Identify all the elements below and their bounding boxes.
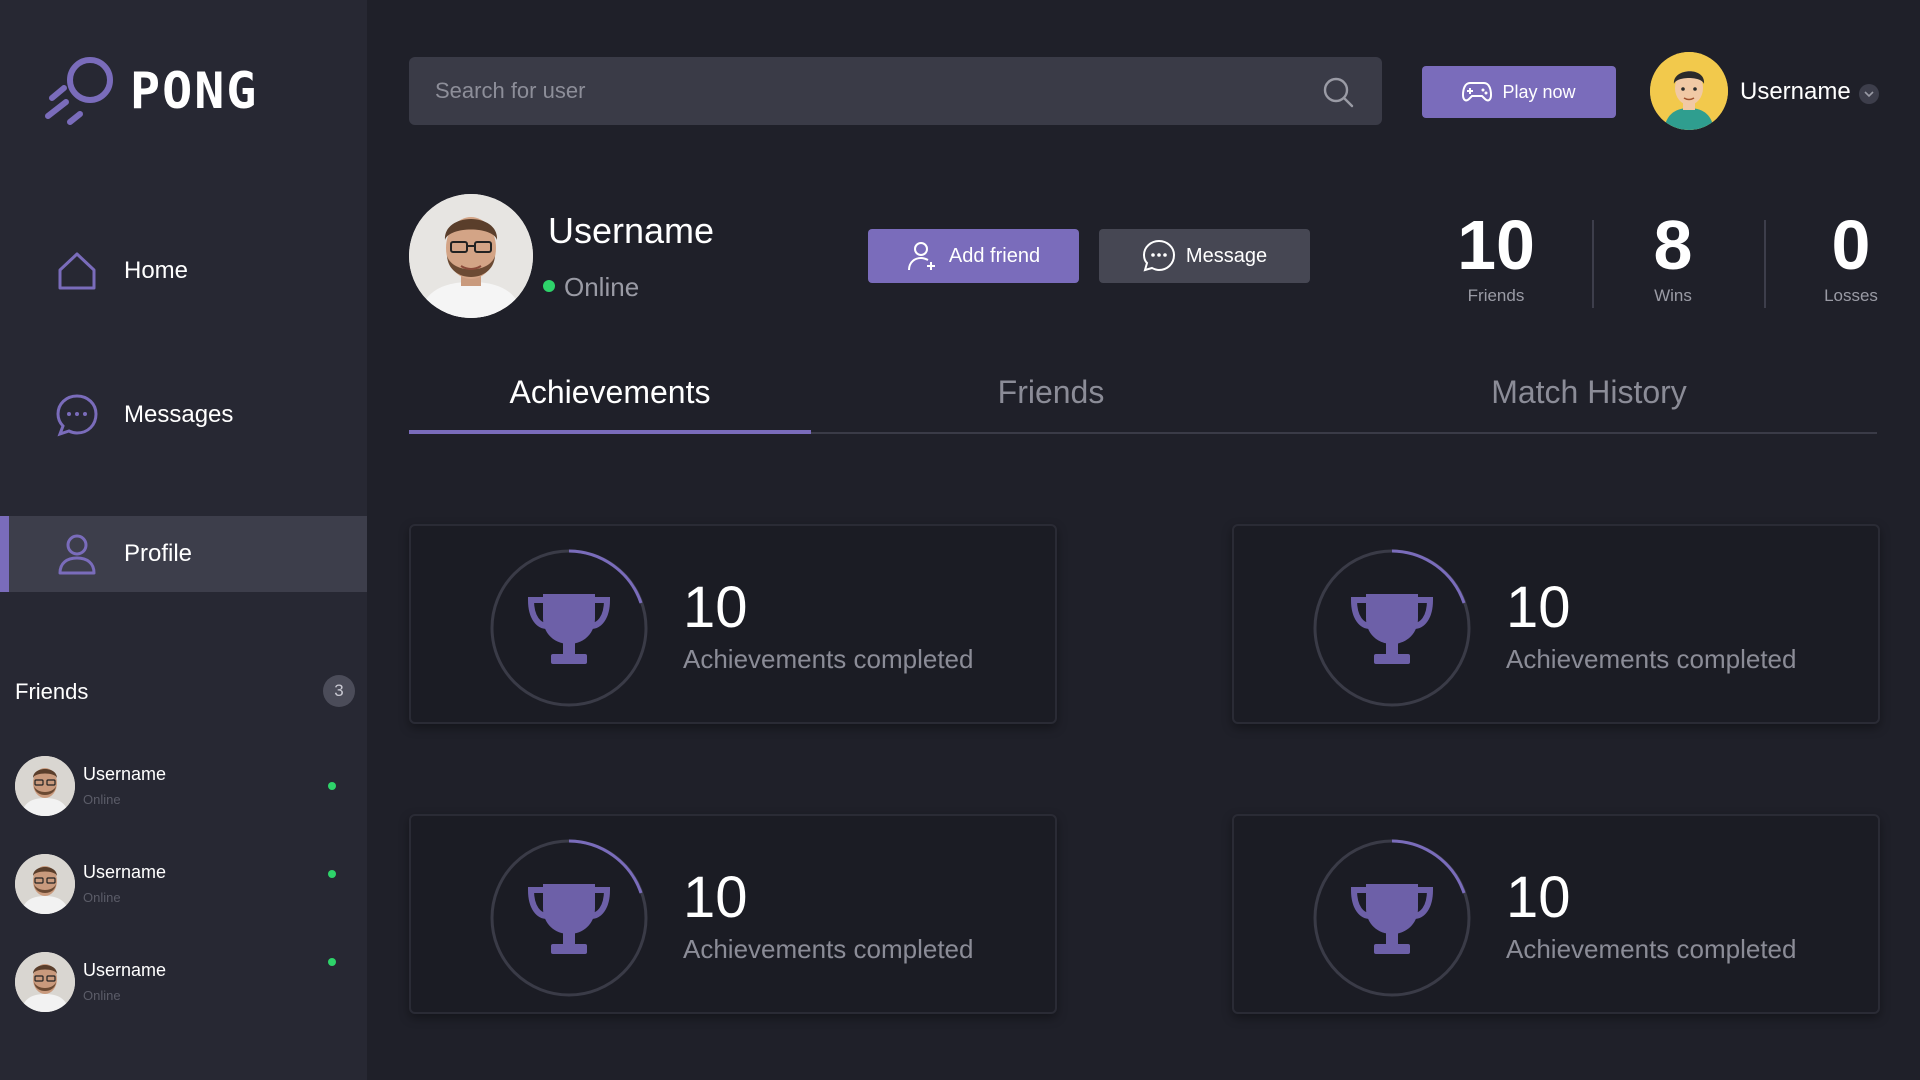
achievement-label: Achievements completed [683, 934, 974, 964]
play-now-label: Play now [1502, 81, 1576, 102]
achievement-card[interactable]: 10 Achievements completed [1232, 524, 1880, 724]
friend-name: Username [83, 960, 167, 980]
sidebar: PONG Home Messages Profile Friends 3 Use… [0, 0, 367, 1080]
nav-item-messages[interactable]: Messages [0, 377, 367, 453]
nav-item-home[interactable]: Home [0, 233, 367, 309]
achievement-label: Achievements completed [683, 644, 974, 674]
achievement-card[interactable]: 10 Achievements completed [409, 524, 1057, 724]
achievement-label: Achievements completed [1506, 934, 1797, 964]
nav-item-profile[interactable]: Profile [0, 516, 367, 592]
online-indicator [328, 958, 336, 966]
stat-label: Wins [1654, 286, 1692, 305]
pong-ball-logo-icon [45, 57, 113, 125]
nav-label-profile: Profile [124, 540, 193, 567]
online-indicator [328, 782, 336, 790]
user-name: Username [1740, 78, 1851, 105]
stat-wins: 8 Wins [1613, 208, 1733, 306]
friend-avatar [15, 756, 75, 816]
achievement-card[interactable]: 10 Achievements completed [1232, 814, 1880, 1014]
add-friend-label: Add friend [948, 244, 1041, 267]
profile-status: Online [564, 272, 640, 302]
trophy-icon [490, 549, 648, 707]
friend-status: Online [83, 988, 121, 1003]
nav-label-home: Home [124, 257, 189, 284]
friend-status: Online [83, 890, 121, 905]
add-friend-button[interactable]: Add friend [868, 229, 1079, 283]
chat-icon [1142, 239, 1175, 272]
achievement-value: 10 [683, 575, 748, 640]
friends-section-header: Friends 3 [15, 675, 355, 709]
achievement-value: 10 [1506, 575, 1571, 640]
trophy-icon [1313, 839, 1471, 997]
online-indicator [328, 870, 336, 878]
online-indicator [543, 280, 555, 292]
user-menu[interactable]: Username [1650, 52, 1882, 132]
active-tab-indicator [409, 430, 811, 434]
achievement-value: 10 [683, 865, 748, 930]
message-label: Message [1185, 244, 1268, 267]
tab-match-history[interactable]: Match History [1439, 374, 1739, 411]
achievement-label: Achievements completed [1506, 644, 1797, 674]
friend-list-item[interactable]: Username Online [15, 854, 345, 916]
trophy-icon [1313, 549, 1471, 707]
friend-avatar [15, 952, 75, 1012]
tab-achievements[interactable]: Achievements [409, 374, 811, 411]
friend-status: Online [83, 792, 121, 807]
trophy-icon [490, 839, 648, 997]
search-bar [409, 57, 1382, 125]
logo-text: PONG [130, 62, 259, 120]
stat-divider [1592, 220, 1594, 308]
logo[interactable]: PONG [40, 52, 310, 132]
friend-list-item[interactable]: Username Online [15, 756, 345, 818]
stat-friends: 10 Friends [1436, 208, 1556, 306]
profile-tabs: Achievements Friends Match History [409, 360, 1877, 434]
search-input[interactable] [435, 57, 1295, 125]
friends-count-badge: 3 [323, 675, 355, 707]
gamepad-icon [1462, 82, 1493, 102]
friend-avatar [15, 854, 75, 914]
profile-avatar [409, 194, 533, 318]
home-icon [58, 252, 96, 290]
friend-name: Username [83, 764, 167, 784]
profile-name: Username [548, 210, 715, 251]
stat-losses: 0 Losses [1791, 208, 1911, 306]
search-icon[interactable] [1322, 76, 1354, 108]
stat-label: Friends [1467, 286, 1525, 305]
stat-value: 10 [1457, 206, 1535, 284]
chat-icon [56, 394, 98, 437]
friends-title: Friends [15, 679, 89, 704]
chevron-down-icon[interactable] [1859, 84, 1879, 104]
nav-label-messages: Messages [124, 401, 234, 428]
stat-value: 0 [1831, 206, 1871, 284]
avatar [1650, 52, 1728, 130]
user-icon [58, 534, 96, 575]
stat-value: 8 [1653, 206, 1693, 284]
friend-name: Username [83, 862, 167, 882]
stat-divider [1764, 220, 1766, 308]
stat-label: Losses [1824, 286, 1878, 305]
add-user-icon [907, 242, 935, 271]
friend-list-item[interactable]: Username Online [15, 952, 345, 1014]
message-button[interactable]: Message [1099, 229, 1310, 283]
achievement-value: 10 [1506, 865, 1571, 930]
tab-friends[interactable]: Friends [941, 374, 1161, 411]
play-now-button[interactable]: Play now [1422, 66, 1616, 118]
achievement-card[interactable]: 10 Achievements completed [409, 814, 1057, 1014]
